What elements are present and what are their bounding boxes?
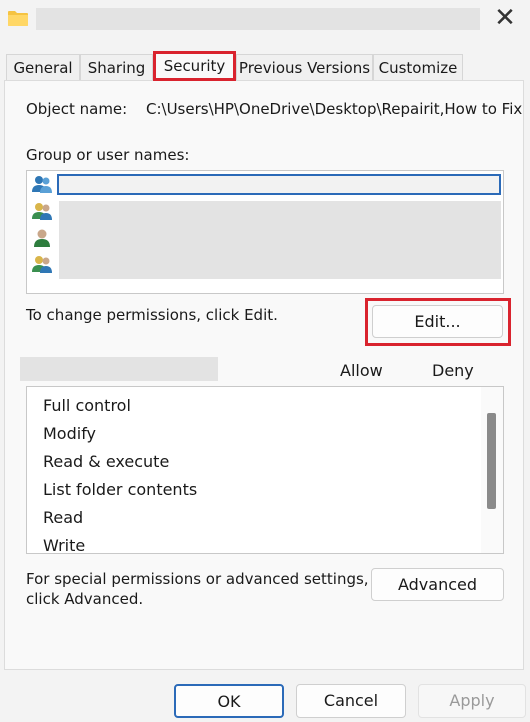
change-permissions-hint: To change permissions, click Edit. [26,306,278,324]
permissions-for-label-redacted [20,357,218,381]
apply-button[interactable]: Apply [418,684,526,718]
perm-read: Read [43,508,84,527]
single-user-icon [34,229,50,247]
selected-user-row[interactable] [57,174,501,195]
object-name-label: Object name: [26,100,128,118]
perm-read-execute: Read & execute [43,452,170,471]
tab-previous-versions[interactable]: Previous Versions [236,54,373,80]
tab-sharing[interactable]: Sharing [80,54,153,80]
permissions-list[interactable]: Full control Modify Read & execute List … [26,386,504,554]
window-title-redacted [36,8,480,30]
advanced-button[interactable]: Advanced [371,568,504,601]
cancel-button[interactable]: Cancel [296,684,406,718]
allow-column-header: Allow [340,361,383,380]
perm-modify: Modify [43,424,97,443]
edit-button[interactable]: Edit... [372,305,503,338]
close-icon: ✕ [494,3,516,33]
perm-write: Write [43,536,86,554]
user-pair-icon [32,256,52,273]
scrollbar-thumb[interactable] [487,413,496,509]
user-list[interactable] [26,170,504,294]
user-pair-icon [32,203,52,220]
tab-strip: General Sharing Security Previous Versio… [6,51,526,81]
folder-icon [8,11,28,26]
user-names-redacted [59,201,501,279]
ok-button[interactable]: OK [174,684,284,718]
group-users-icon [32,176,52,193]
tab-security[interactable]: Security [153,51,236,81]
advanced-hint-line1: For special permissions or advanced sett… [26,570,369,588]
permissions-scrollbar[interactable] [481,387,503,553]
perm-list-folder-contents: List folder contents [43,480,198,499]
title-bar: ✕ [0,0,530,40]
deny-column-header: Deny [432,361,474,380]
group-user-names-label: Group or user names: [26,146,190,164]
close-button[interactable]: ✕ [490,4,520,32]
tab-customize[interactable]: Customize [373,54,463,80]
tab-general[interactable]: General [6,54,80,80]
advanced-hint-line2: click Advanced. [26,590,144,608]
object-name-value: C:\Users\HP\OneDrive\Desktop\Repairit,Ho… [146,100,523,118]
perm-full-control: Full control [43,396,131,415]
